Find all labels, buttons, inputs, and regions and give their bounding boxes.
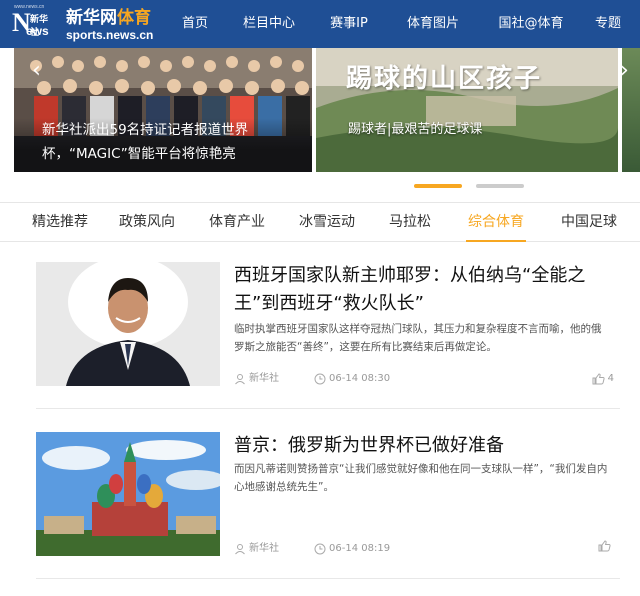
article-time: 06-14 08:19 [314,540,390,558]
nav-item-home[interactable]: 首页 [166,0,224,48]
xinhua-logo[interactable]: www.news.cn N 新华社 ews [12,4,56,42]
clock-icon [314,373,326,385]
tab-policy[interactable]: 政策风向 [102,203,192,241]
article-item[interactable]: 西班牙国家队新主帅耶罗：从伯纳乌“全能之王”到西班牙“救火队长” 临时执掌西班牙… [36,262,624,388]
slide-calligraphy-title: 踢球的山区孩子 [346,64,543,94]
carousel-caption: 新华社派出59名持证记者报道世界杯，“MAGIC”智能平台将惊艳亮 [14,118,312,172]
tab-marathon[interactable]: 马拉松 [372,203,448,241]
article-time-text: 06-14 08:30 [329,373,391,384]
article-summary: 而因凡蒂诺则赞扬普京“让我们感觉就好像和他在同一支球队一样”，“我们发自内心地感… [234,463,608,493]
nav-item-guoshe-sports[interactable]: 国社@体育 [482,0,580,48]
nav-item-columns[interactable]: 栏目中心 [224,0,314,48]
tab-general-sports[interactable]: 综合体育 [448,203,544,242]
article-meta: 新华社 06-14 08:30 4 [234,370,614,388]
carousel-pagination [0,184,640,188]
nav-item-sports-photos[interactable]: 体育图片 [384,0,482,48]
article-item[interactable]: 普京：俄罗斯为世界杯已做好准备 而因凡蒂诺则赞扬普京“让我们感觉就好像和他在同一… [36,432,624,558]
article-title[interactable]: 普京：俄罗斯为世界杯已做好准备 [234,432,610,460]
carousel-dot-active[interactable] [414,184,462,188]
carousel-dot[interactable] [476,184,524,188]
article-title[interactable]: 西班牙国家队新主帅耶罗：从伯纳乌“全能之王”到西班牙“救火队长” [234,262,610,318]
article-like-button[interactable]: 4 [592,370,614,388]
article-source: 新华社 [234,540,279,558]
thumbs-up-icon [598,540,611,552]
thumbs-up-icon [592,373,605,385]
site-section: 体育 [117,8,151,28]
article-summary: 临时执掌西班牙国家队这样夺冠热门球队，其压力和复杂程度不言而喻，他的俄罗斯之旅能… [234,323,602,353]
article-source: 新华社 [234,370,279,388]
carousel-next-icon[interactable]: › [620,58,629,83]
carousel-caption-2: 踢球者|最艰苦的足球课 [348,122,483,137]
article-thumbnail-hierro[interactable] [36,262,220,386]
article-like-button[interactable] [598,540,614,552]
site-title[interactable]: 新华网体育 [66,8,151,28]
article-time: 06-14 08:30 [314,370,390,388]
site-url[interactable]: sports.news.cn [66,28,153,42]
tab-china-football[interactable]: 中国足球 [544,203,634,241]
category-tabs: 精选推荐 政策风向 体育产业 冰雪运动 马拉松 综合体育 中国足球 [0,202,640,242]
site-name: 新华网 [66,8,117,28]
logo-ews: ews [26,24,49,38]
article-meta: 新华社 06-14 08:19 [234,540,614,558]
portrait-image [36,262,220,386]
article-time-text: 06-14 08:19 [329,543,391,554]
article-divider [36,408,620,409]
tab-winter-sports[interactable]: 冰雪运动 [282,203,372,241]
clock-icon [314,543,326,555]
hero-carousel: ‹ 新华社派出59名持证记者报道世界杯，“MAGIC”智能平台将惊艳亮 踢球的山… [0,48,640,172]
main-nav: 首页 栏目中心 赛事IP 体育图片 国社@体育 专题 [166,0,636,48]
article-thumbnail-kremlin[interactable] [36,432,220,556]
user-icon [235,374,245,385]
article-like-count: 4 [607,373,614,384]
article-divider [36,578,620,579]
cathedral-image [36,432,220,556]
carousel-slide-journalists[interactable]: ‹ 新华社派出59名持证记者报道世界杯，“MAGIC”智能平台将惊艳亮 [14,48,312,172]
nav-item-event-ip[interactable]: 赛事IP [314,0,384,48]
carousel-prev-icon[interactable]: ‹ [32,58,41,83]
nav-item-topics[interactable]: 专题 [580,0,636,48]
tab-industry[interactable]: 体育产业 [192,203,282,241]
tab-featured[interactable]: 精选推荐 [14,203,102,241]
article-source-text: 新华社 [249,543,279,554]
carousel-slide-mountain-kids[interactable]: 踢球的山区孩子 踢球者|最艰苦的足球课 [316,48,618,172]
site-header: www.news.cn N 新华社 ews 新华网体育 sports.news.… [0,0,640,48]
article-source-text: 新华社 [249,373,279,384]
user-icon [235,544,245,555]
